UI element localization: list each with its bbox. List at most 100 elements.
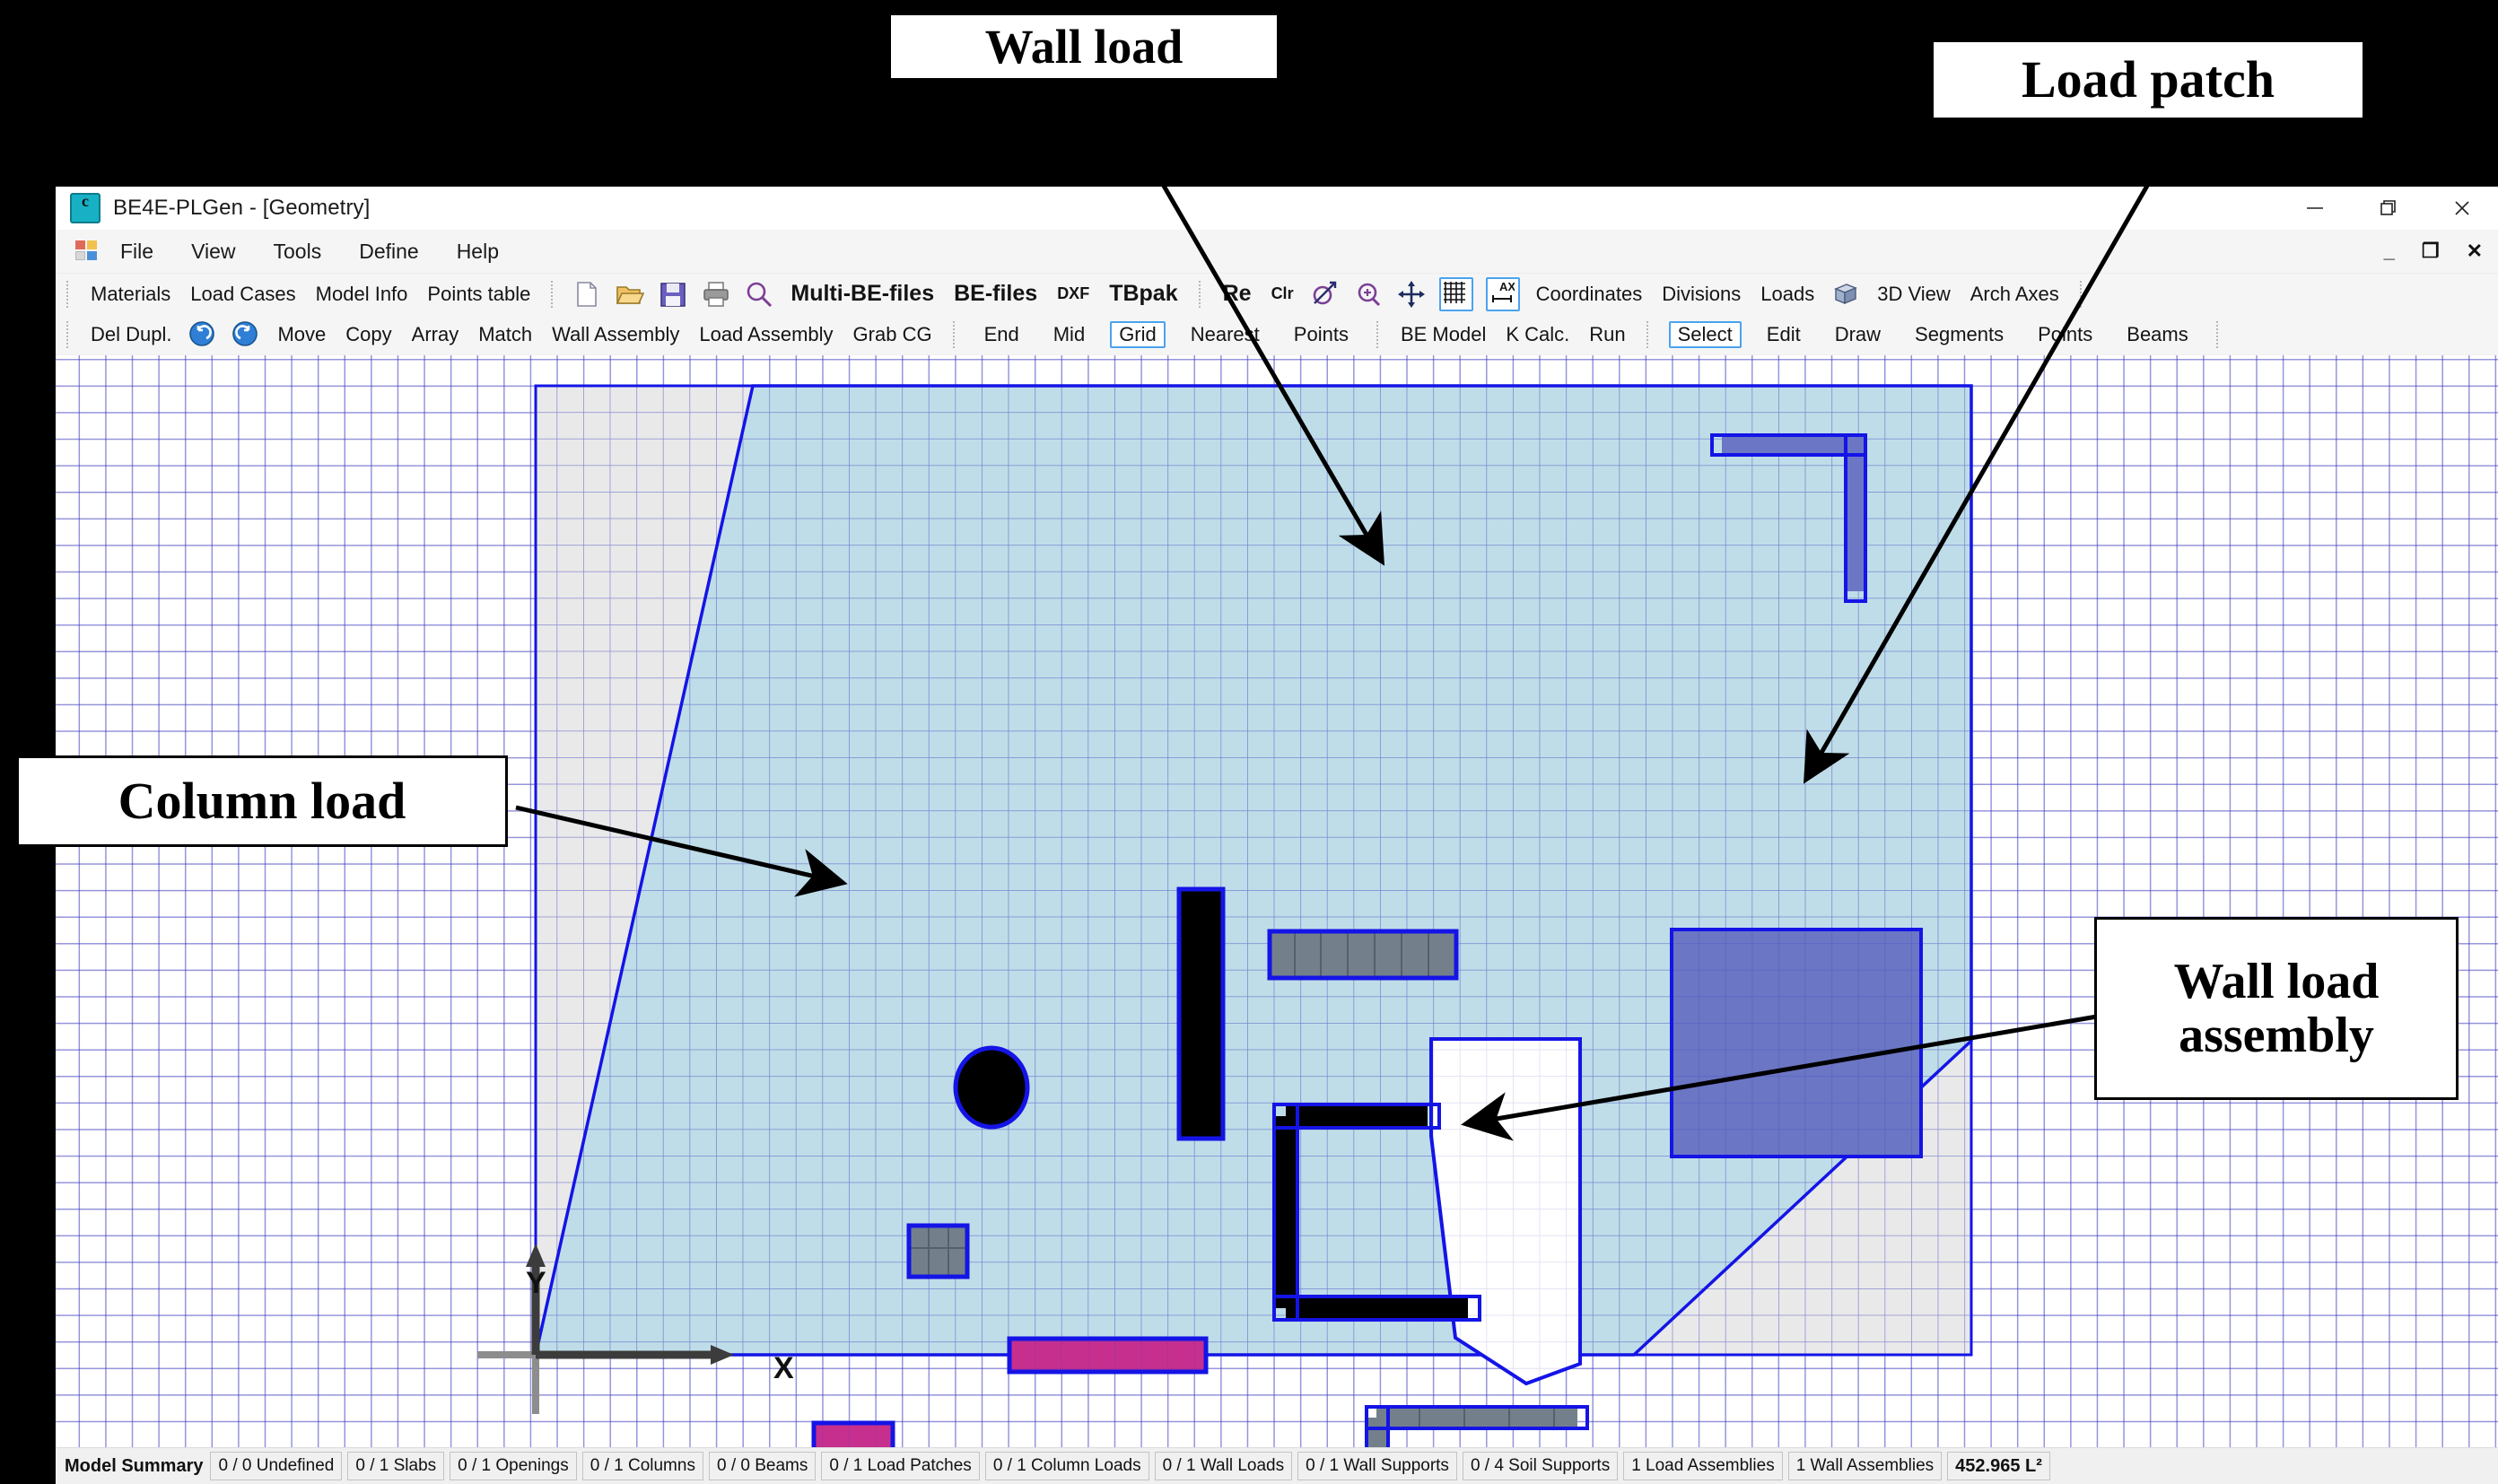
status-undefined: 0 / 0 Undefined — [210, 1452, 343, 1480]
toolbar-grab-cg[interactable]: Grab CG — [853, 323, 932, 346]
toolbar-gripper[interactable] — [952, 320, 956, 348]
toolbar-wall-assembly[interactable]: Wall Assembly — [552, 323, 679, 346]
toolbar-load-cases[interactable]: Load Cases — [190, 283, 295, 306]
snap-grid[interactable]: Grid — [1110, 320, 1166, 348]
toolbar-be-files[interactable]: BE-files — [954, 281, 1037, 307]
menu-item-view[interactable]: View — [189, 236, 237, 267]
soil-support[interactable] — [811, 1420, 895, 1448]
mode-points[interactable]: Points — [2029, 321, 2101, 348]
slab[interactable] — [533, 384, 1973, 1357]
mode-segments[interactable]: Segments — [1906, 321, 2013, 348]
toolbar-k-calc[interactable]: K Calc. — [1506, 323, 1569, 346]
toolbar-model-info[interactable]: Model Info — [316, 283, 408, 306]
mode-select[interactable]: Select — [1668, 320, 1742, 348]
zoom-find-icon[interactable] — [744, 279, 774, 310]
snap-points[interactable]: Points — [1285, 321, 1358, 348]
toolbar-materials[interactable]: Materials — [91, 283, 170, 306]
close-icon[interactable] — [2425, 187, 2498, 230]
toolbar-array[interactable]: Array — [412, 323, 459, 346]
menu-item-file[interactable]: File — [118, 236, 155, 267]
menu-item-tools[interactable]: Tools — [272, 236, 324, 267]
toolbar-gripper[interactable] — [66, 280, 70, 308]
mdi-minimize-icon[interactable]: _ — [2384, 240, 2395, 263]
window-controls — [2278, 187, 2498, 230]
toolbar-redraw[interactable]: Re — [1223, 281, 1252, 307]
toolbar-be-model[interactable]: BE Model — [1401, 323, 1486, 346]
new-file-icon[interactable] — [572, 279, 602, 310]
status-beams: 0 / 0 Beams — [708, 1452, 817, 1480]
toolbar-tbpak[interactable]: TBpak — [1109, 281, 1177, 307]
toolbar-points-table[interactable]: Points table — [427, 283, 530, 306]
mdi-app-icon — [75, 240, 99, 262]
mdi-restore-icon[interactable]: ❐ — [2422, 240, 2440, 263]
toolbar-coordinates[interactable]: Coordinates — [1536, 283, 1643, 306]
menu-item-help[interactable]: Help — [455, 236, 501, 267]
annotation-load-patch: Load patch — [1931, 39, 2365, 120]
column[interactable] — [953, 1045, 1030, 1130]
toolbar-loads[interactable]: Loads — [1760, 283, 1814, 306]
toolbar-gripper[interactable] — [551, 280, 555, 308]
status-area: 452.965 L² — [1947, 1452, 2050, 1480]
title-bar: BE4E-PLGen - [Geometry] — [56, 187, 2498, 230]
menu-bar: File View Tools Define Help _ ❐ ✕ — [56, 230, 2498, 274]
print-icon[interactable] — [701, 279, 731, 310]
window-title: BE4E-PLGen - [Geometry] — [113, 196, 371, 220]
toolbar-arch-axes[interactable]: Arch Axes — [1970, 283, 2059, 306]
toolbar-match[interactable]: Match — [478, 323, 532, 346]
pan-icon[interactable] — [1396, 279, 1427, 310]
status-load-patches: 0 / 1 Load Patches — [821, 1452, 980, 1480]
mode-beams[interactable]: Beams — [2118, 321, 2197, 348]
geometry-canvas[interactable]: Y X — [56, 355, 2498, 1448]
opening[interactable] — [1429, 1037, 1582, 1386]
snap-end[interactable]: End — [975, 321, 1028, 348]
toolbar-gripper[interactable] — [1646, 320, 1650, 348]
mdi-close-icon[interactable]: ✕ — [2467, 240, 2483, 263]
toolbar-dxf[interactable]: DXF — [1057, 284, 1089, 303]
annotation-wall-load: Wall load — [888, 13, 1280, 81]
mode-draw[interactable]: Draw — [1826, 321, 1890, 348]
dimension-icon[interactable]: AX — [1485, 276, 1520, 311]
toolbar-gripper[interactable] — [66, 320, 70, 348]
wall-support-vertical[interactable] — [1176, 886, 1226, 1141]
toolbar-load-assembly[interactable]: Load Assembly — [699, 323, 833, 346]
toolbar-divisions[interactable]: Divisions — [1662, 283, 1741, 306]
snap-nearest[interactable]: Nearest — [1182, 321, 1269, 348]
status-slabs: 0 / 1 Slabs — [347, 1452, 445, 1480]
column-load[interactable] — [906, 1223, 970, 1279]
beam-bar[interactable] — [1007, 1336, 1209, 1375]
status-soil-supports: 0 / 4 Soil Supports — [1462, 1452, 1619, 1480]
toolbar-gripper[interactable] — [1376, 320, 1380, 348]
restore-icon[interactable] — [2352, 187, 2425, 230]
undo-icon[interactable] — [188, 319, 218, 350]
mdi-window-controls: _ ❐ ✕ — [2384, 230, 2483, 273]
app-icon — [70, 192, 100, 223]
minimize-icon[interactable] — [2278, 187, 2352, 230]
toolbar-clear[interactable]: Clr — [1271, 284, 1294, 303]
toolbar-gripper[interactable] — [2215, 320, 2220, 348]
wall-load[interactable] — [1267, 929, 1459, 981]
axis-label-x: X — [773, 1351, 794, 1385]
status-wall-supports: 0 / 1 Wall Supports — [1297, 1452, 1457, 1480]
cube-3d-icon[interactable] — [1830, 279, 1861, 310]
status-openings: 0 / 1 Openings — [450, 1452, 577, 1480]
zoom-in-icon[interactable] — [1353, 279, 1384, 310]
toolbar-gripper[interactable] — [1198, 280, 1202, 308]
load-patch[interactable] — [1670, 928, 1923, 1158]
menu-item-define[interactable]: Define — [357, 236, 420, 267]
toolbar-del-dupl[interactable]: Del Dupl. — [91, 323, 171, 346]
redo-icon[interactable] — [231, 319, 261, 350]
toolbar-move[interactable]: Move — [277, 323, 326, 346]
toolbar-gripper[interactable] — [2079, 280, 2083, 308]
toolbar-copy[interactable]: Copy — [345, 323, 391, 346]
toolbar-3d-view[interactable]: 3D View — [1877, 283, 1951, 306]
toolbar-multi-be-files[interactable]: Multi-BE-files — [790, 281, 934, 307]
open-folder-icon[interactable] — [615, 279, 645, 310]
zoom-extents-icon[interactable] — [1310, 279, 1341, 310]
mode-edit[interactable]: Edit — [1758, 321, 1810, 348]
grid-icon[interactable] — [1438, 276, 1473, 311]
save-icon[interactable] — [658, 279, 688, 310]
status-columns: 0 / 1 Columns — [581, 1452, 703, 1480]
wall-load-assembly[interactable] — [1365, 1405, 1628, 1448]
toolbar-run[interactable]: Run — [1589, 323, 1625, 346]
snap-mid[interactable]: Mid — [1044, 321, 1094, 348]
